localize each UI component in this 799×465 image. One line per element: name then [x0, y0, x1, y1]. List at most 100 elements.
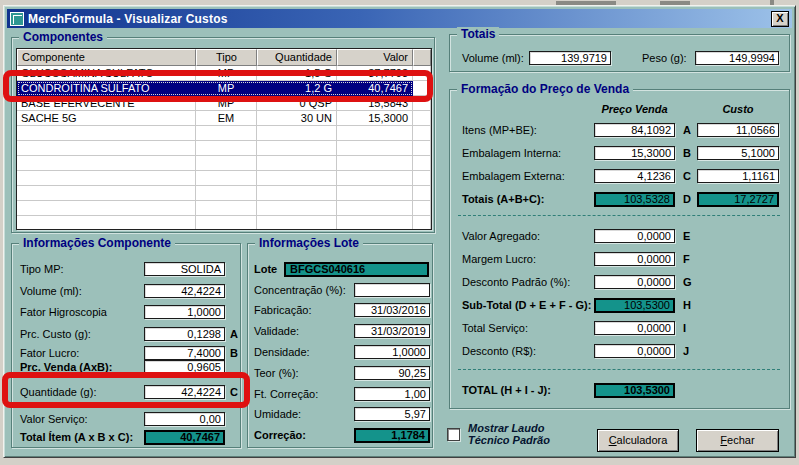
- dashed-separator: [458, 369, 780, 370]
- column-header-valor[interactable]: Valor: [337, 49, 413, 66]
- info-comp-field[interactable]: 1,0000: [144, 305, 225, 319]
- column-header-quantidade[interactable]: Quantidade: [257, 49, 337, 66]
- info-comp-label: Valor Serviço:: [20, 413, 88, 426]
- column-header-componente[interactable]: Componente: [17, 49, 196, 66]
- info-comp-label: Tipo MP:: [20, 263, 64, 276]
- info-lote-field[interactable]: 90,25: [354, 366, 430, 380]
- info-comp-label: Volume (ml):: [20, 285, 82, 298]
- info-comp-field[interactable]: 42,4224: [144, 284, 225, 298]
- table-row-empty[interactable]: [17, 186, 431, 201]
- formacao-label: Embalagem Interna:: [462, 147, 561, 160]
- table-row-empty[interactable]: [17, 216, 431, 230]
- group-totais: Totais Volume (ml): 139,9719 Peso (g): 1…: [449, 34, 790, 72]
- col-header-preco-venda: Preço Venda: [594, 103, 675, 116]
- column-header-tipo[interactable]: Tipo: [196, 49, 257, 66]
- group-info-lote-title: Informações Lote: [255, 236, 363, 250]
- table-row-empty[interactable]: [17, 201, 431, 216]
- screen: MerchFórmula - Visualizar Custos X Compo…: [0, 0, 799, 465]
- table-row-empty[interactable]: [17, 126, 431, 141]
- cell-quantidade: 0 QSP: [257, 96, 337, 111]
- info-comp-label: Quantidade (g):: [20, 386, 96, 399]
- mostrar-laudo-checkbox[interactable]: [447, 428, 460, 441]
- formacao-custo-field[interactable]: 5,1000: [697, 146, 779, 160]
- group-componentes: Componentes ComponenteTipoQuantidadeValo…: [11, 37, 435, 233]
- group-info-componente: Informações Componente Tipo MP:SOLIDAVol…: [11, 243, 241, 448]
- cell-quantidade: 30 UN: [257, 111, 337, 126]
- info-lote-field[interactable]: [354, 283, 430, 297]
- cell-valor: 15,3000: [337, 111, 413, 126]
- row-letter: A: [683, 123, 691, 137]
- row-letter: G: [683, 275, 692, 289]
- info-lote-label: Validade:: [254, 325, 299, 338]
- formacao-label: Desconto Padrão (%):: [462, 276, 570, 289]
- info-comp-label: Fator Higroscopia: [20, 306, 107, 319]
- info-lote-label: Teor (%):: [254, 367, 299, 380]
- formacao-venda-field[interactable]: 15,3000: [594, 146, 675, 160]
- table-row-empty[interactable]: [17, 156, 431, 171]
- formacao-label: Total Serviço:: [462, 322, 528, 335]
- cell-valor: 40,7467: [337, 81, 413, 96]
- info-comp-label: Total Ítem (A x B x C):: [20, 431, 133, 444]
- formacao-custo-field[interactable]: 1,1161: [697, 169, 779, 183]
- mostrar-laudo-label: Mostrar Laudo Técnico Padrão: [468, 422, 550, 446]
- info-comp-field[interactable]: 0,00: [144, 412, 225, 426]
- formacao-venda-field[interactable]: 0,0000: [594, 252, 675, 266]
- table-row[interactable]: GLUCOSAMINA SULFATOMP1,5 G37,7793: [17, 66, 431, 81]
- row-letter: C: [230, 385, 238, 399]
- info-comp-field[interactable]: SOLIDA: [144, 262, 225, 276]
- row-letter: H: [683, 298, 691, 312]
- info-comp-field[interactable]: 0,1298: [144, 327, 225, 341]
- formacao-venda-field[interactable]: 103,5328: [594, 192, 675, 207]
- info-comp-label: Prc. Custo (g):: [20, 328, 91, 341]
- info-lote-label: Densidade:: [254, 346, 310, 359]
- group-info-lote: Informações Lote LoteBFGCS040616Concentr…: [247, 243, 433, 448]
- formacao-venda-field[interactable]: 0,0000: [594, 344, 675, 358]
- formacao-custo-field[interactable]: 11,0566: [697, 123, 779, 137]
- peso-field[interactable]: 149,9994: [695, 51, 779, 65]
- info-lote-label: Umidade:: [254, 408, 301, 421]
- volume-field[interactable]: 139,9719: [529, 51, 611, 65]
- table-row-empty[interactable]: [17, 141, 431, 156]
- table-row-empty[interactable]: [17, 171, 431, 186]
- group-info-componente-title: Informações Componente: [19, 236, 175, 250]
- group-totais-title: Totais: [457, 27, 499, 41]
- formacao-venda-field[interactable]: 0,0000: [594, 229, 675, 243]
- cell-componente: GLUCOSAMINA SULFATO: [17, 66, 196, 81]
- fechar-button[interactable]: Fechar: [696, 429, 779, 452]
- info-comp-field[interactable]: 40,7467: [144, 430, 225, 445]
- info-lote-field[interactable]: 31/03/2016: [354, 303, 430, 317]
- volume-label: Volume (ml):: [462, 52, 524, 65]
- info-comp-field[interactable]: 42,4224: [144, 385, 225, 399]
- cell-tipo: MP: [196, 81, 257, 96]
- formacao-venda-field[interactable]: 103,5300: [594, 383, 675, 398]
- formacao-venda-field[interactable]: 0,0000: [594, 275, 675, 289]
- formacao-venda-field[interactable]: 4,1236: [594, 169, 675, 183]
- info-lote-field[interactable]: 5,97: [354, 407, 430, 421]
- app-icon: [10, 12, 24, 26]
- formacao-venda-field[interactable]: 103,5300: [594, 298, 675, 313]
- row-letter: F: [683, 252, 690, 266]
- row-letter: B: [230, 346, 238, 360]
- formacao-venda-field[interactable]: 0,0000: [594, 321, 675, 335]
- info-lote-field[interactable]: 1,00: [354, 387, 430, 401]
- cell-tipo: MP: [196, 66, 257, 81]
- title-bar[interactable]: MerchFórmula - Visualizar Custos X: [7, 9, 792, 28]
- info-comp-field[interactable]: 7,4000: [144, 346, 225, 360]
- close-icon[interactable]: X: [771, 11, 789, 27]
- info-lote-field[interactable]: 1,1784: [354, 428, 430, 443]
- info-comp-label: Prc. Venda (AxB):: [20, 361, 112, 374]
- componentes-table[interactable]: ComponenteTipoQuantidadeValorGLUCOSAMINA…: [16, 48, 432, 230]
- info-lote-field[interactable]: 1,0000: [354, 345, 430, 359]
- info-lote-field[interactable]: 31/03/2019: [354, 324, 430, 338]
- info-lote-label: Concentração (%):: [254, 284, 346, 297]
- formacao-label: TOTAL (H + I - J):: [462, 384, 551, 397]
- formacao-custo-field[interactable]: 17,2727: [697, 192, 779, 207]
- table-row-selected[interactable]: CONDROITINA SULFATOMP1,2 G40,7467: [17, 81, 431, 96]
- formacao-venda-field[interactable]: 84,1092: [594, 123, 675, 137]
- table-row[interactable]: BASE EFERVECENTEMP0 QSP15,5843: [17, 96, 431, 111]
- info-comp-field[interactable]: 0,9605: [144, 360, 225, 374]
- calculadora-button[interactable]: Calculadora: [597, 429, 679, 452]
- formacao-label: Valor Agregado:: [462, 230, 540, 243]
- table-row[interactable]: SACHE 5GEM30 UN15,3000: [17, 111, 431, 126]
- info-lote-field[interactable]: BFGCS040616: [284, 262, 429, 277]
